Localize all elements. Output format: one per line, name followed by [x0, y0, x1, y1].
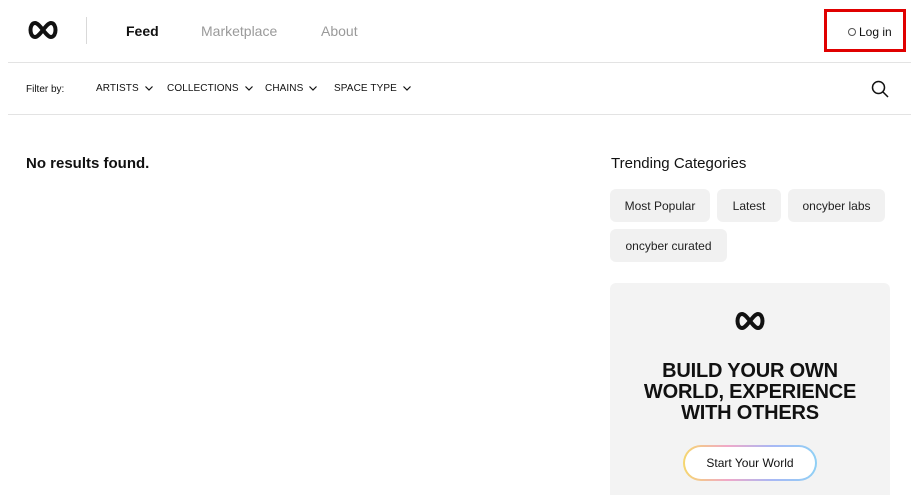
login-button[interactable]: Log in — [848, 25, 892, 39]
filter-chains-label: CHAINS — [265, 83, 304, 94]
circle-icon — [848, 28, 856, 36]
filter-divider-line — [8, 114, 911, 115]
login-highlight-box: Log in — [824, 9, 906, 52]
nav-feed[interactable]: Feed — [126, 23, 159, 39]
login-label: Log in — [859, 25, 892, 39]
promo-headline-line: WITH OTHERS — [681, 402, 819, 424]
top-header: Feed Marketplace About Log in — [0, 0, 911, 62]
filter-collections-label: COLLECTIONS — [167, 83, 239, 94]
nav-about[interactable]: About — [321, 23, 358, 39]
filter-bar: Filter by: ARTISTS COLLECTIONS CHAINS SP… — [0, 63, 911, 114]
filter-artists-dropdown[interactable]: ARTISTS — [96, 83, 153, 94]
promo-card: BUILD YOUR OWN WORLD, EXPERIENCE WITH OT… — [610, 283, 890, 495]
start-your-world-button[interactable]: Start Your World — [683, 445, 817, 481]
promo-headline-line: WORLD, EXPERIENCE — [643, 381, 857, 403]
filter-label: Filter by: — [26, 84, 65, 95]
trending-categories-title: Trending Categories — [611, 155, 747, 172]
filter-artists-label: ARTISTS — [96, 83, 139, 94]
no-results-message: No results found. — [26, 155, 150, 172]
filter-space-type-dropdown[interactable]: SPACE TYPE — [334, 83, 411, 94]
start-your-world-label: Start Your World — [685, 447, 815, 479]
chevron-down-icon — [244, 86, 253, 91]
infinity-logo-icon[interactable] — [26, 20, 60, 40]
nav-marketplace[interactable]: Marketplace — [201, 23, 277, 39]
filter-chains-dropdown[interactable]: CHAINS — [265, 83, 318, 94]
filter-collections-dropdown[interactable]: COLLECTIONS — [167, 83, 253, 94]
category-chip-most-popular[interactable]: Most Popular — [610, 189, 710, 222]
chevron-down-icon — [309, 86, 318, 91]
filter-space-type-label: SPACE TYPE — [334, 83, 397, 94]
infinity-logo-icon — [735, 311, 765, 331]
header-divider — [86, 17, 87, 44]
promo-headline: BUILD YOUR OWN WORLD, EXPERIENCE WITH OT… — [610, 361, 890, 424]
chevron-down-icon — [402, 86, 411, 91]
search-icon[interactable] — [871, 80, 889, 98]
category-chip-latest[interactable]: Latest — [717, 189, 781, 222]
category-chip-oncyber-curated[interactable]: oncyber curated — [610, 229, 727, 262]
chevron-down-icon — [144, 86, 153, 91]
category-chip-oncyber-labs[interactable]: oncyber labs — [788, 189, 885, 222]
promo-headline-line: BUILD YOUR OWN — [662, 360, 838, 382]
